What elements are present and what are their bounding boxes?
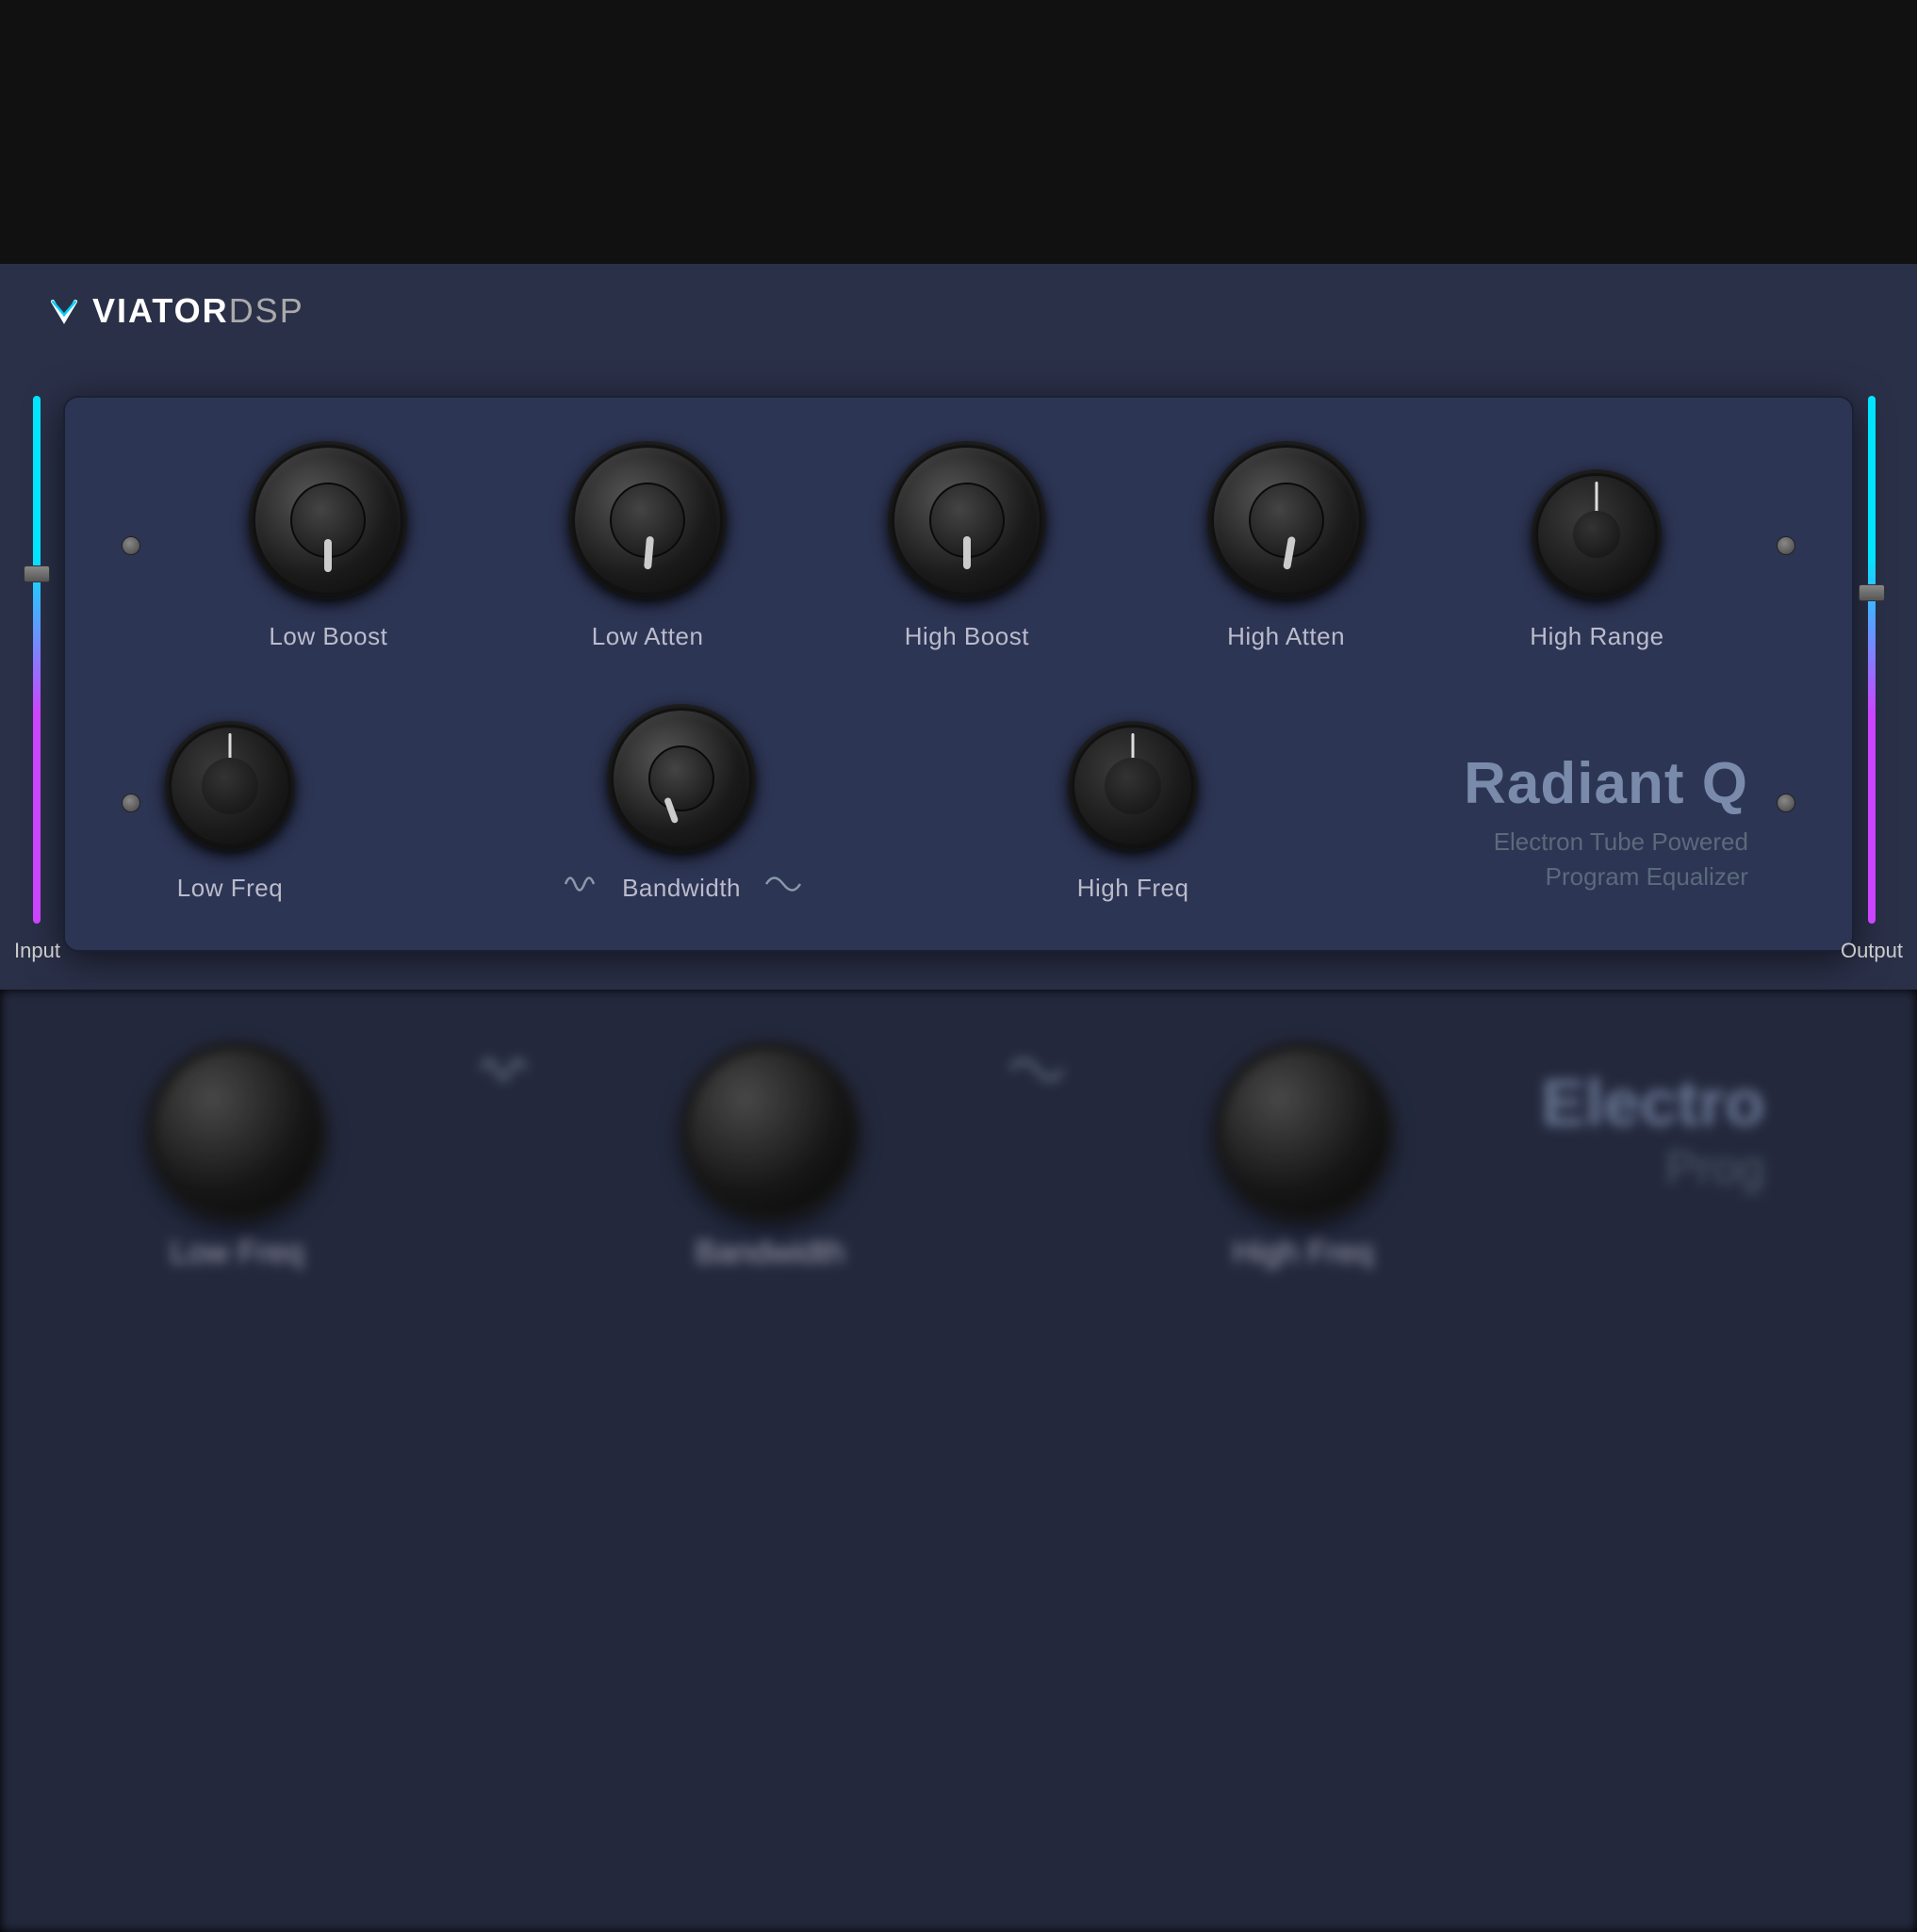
narrow-wave-icon [561, 870, 598, 898]
knob-group-high-range: High Range [1530, 473, 1663, 651]
output-slider-track[interactable] [1868, 396, 1876, 924]
knob-group-low-boost: Low Boost [253, 445, 403, 651]
blurred-right-text: Electro Prog [1541, 1046, 1764, 1195]
knob-group-high-atten: High Atten [1211, 445, 1362, 651]
blurred-bandwidth-knob [685, 1046, 855, 1216]
high-boost-label: High Boost [905, 622, 1029, 651]
low-freq-knob[interactable] [169, 725, 291, 847]
high-atten-knob[interactable] [1211, 445, 1362, 596]
blurred-wave-icon-left [475, 1046, 532, 1093]
knobs-row2: Low Freq Bandwidth [169, 708, 1748, 903]
low-boost-label: Low Boost [269, 622, 387, 651]
bandwidth-inner [648, 745, 714, 811]
input-slider-handle[interactable] [24, 565, 50, 582]
high-range-knob[interactable] [1535, 473, 1658, 596]
bandwidth-section: Bandwidth [561, 708, 802, 903]
input-slider-track[interactable] [33, 396, 41, 924]
screw-right-2 [1748, 794, 1795, 817]
high-range-inner [1573, 511, 1620, 558]
blurred-high-freq-knob [1219, 1046, 1388, 1216]
subtitle-line2: Program Equalizer [1546, 862, 1748, 891]
row2-with-screws: Low Freq Bandwidth [122, 708, 1795, 903]
blurred-high-freq: High Freq [1219, 1046, 1388, 1271]
logo-text: VIATORDSP [92, 291, 304, 331]
bandwidth-knob[interactable] [611, 708, 752, 849]
bandwidth-icons-row: Bandwidth [561, 864, 802, 903]
knob-group-low-freq: Low Freq [169, 725, 291, 903]
blurred-low-freq-knob [152, 1046, 321, 1216]
screw-left-2 [122, 794, 169, 817]
blurred-wave-left [475, 1046, 532, 1093]
subtitle-line1: Electron Tube Powered [1494, 827, 1748, 856]
screw-right-1 [1748, 536, 1795, 560]
bandwidth-label: Bandwidth [622, 874, 741, 903]
input-slider-area: Input [14, 396, 60, 963]
knob-group-low-atten: Low Atten [572, 445, 723, 651]
high-boost-knob[interactable] [892, 445, 1042, 596]
main-content: Input Low Boost [0, 358, 1917, 990]
radiant-subtitle: Electron Tube Powered Program Equalizer [1464, 825, 1748, 893]
low-boost-knob[interactable] [253, 445, 403, 596]
viator-icon [47, 294, 81, 328]
output-label: Output [1841, 939, 1903, 963]
low-freq-inner [202, 758, 258, 814]
eq-panel: Low Boost Low Atten High Boost [63, 396, 1854, 952]
bottom-blurred-section: Low Freq Bandwidth High Freq Electro Pro… [0, 990, 1917, 1932]
knob-group-high-boost: High Boost [892, 445, 1042, 651]
blurred-high-freq-label: High Freq [1233, 1235, 1373, 1271]
output-slider-area: Output [1841, 396, 1903, 963]
high-range-label: High Range [1530, 622, 1663, 651]
output-slider-handle[interactable] [1859, 584, 1885, 601]
low-atten-knob[interactable] [572, 445, 723, 596]
knob-group-high-freq: High Freq [1072, 725, 1194, 903]
blurred-bandwidth: Bandwidth [685, 1046, 855, 1271]
top-bar [0, 0, 1917, 264]
blurred-low-freq-label: Low Freq [171, 1235, 304, 1271]
brand-name: VIATOR [92, 291, 229, 330]
blurred-electro-text: Electro [1541, 1065, 1764, 1140]
blurred-wave-icon-right [1008, 1046, 1065, 1093]
high-atten-inner [1249, 483, 1324, 558]
blurred-bandwidth-label: Bandwidth [696, 1235, 845, 1271]
knobs-row1: Low Boost Low Atten High Boost [169, 445, 1748, 651]
high-atten-label: High Atten [1227, 622, 1345, 651]
radiant-info: Radiant Q Electron Tube Powered Program … [1464, 750, 1748, 903]
low-atten-label: Low Atten [592, 622, 704, 651]
blurred-low-freq: Low Freq [152, 1046, 321, 1271]
blurred-prog-text: Prog [1541, 1140, 1764, 1195]
high-freq-knob[interactable] [1072, 725, 1194, 847]
brand-logo: VIATORDSP [47, 291, 304, 331]
low-boost-inner [290, 483, 366, 558]
high-boost-inner [929, 483, 1005, 558]
brand-suffix: DSP [229, 291, 304, 330]
high-freq-inner [1105, 758, 1161, 814]
low-freq-label: Low Freq [177, 874, 283, 903]
input-label: Input [14, 939, 60, 963]
blurred-wave-right [1008, 1046, 1065, 1093]
header: VIATORDSP [0, 264, 1917, 358]
radiant-title: Radiant Q [1464, 750, 1748, 817]
high-freq-label: High Freq [1077, 874, 1189, 903]
screw-left-1 [122, 536, 169, 560]
row1-with-screws: Low Boost Low Atten High Boost [122, 445, 1795, 651]
wide-wave-icon [764, 870, 802, 898]
low-atten-inner [610, 483, 685, 558]
